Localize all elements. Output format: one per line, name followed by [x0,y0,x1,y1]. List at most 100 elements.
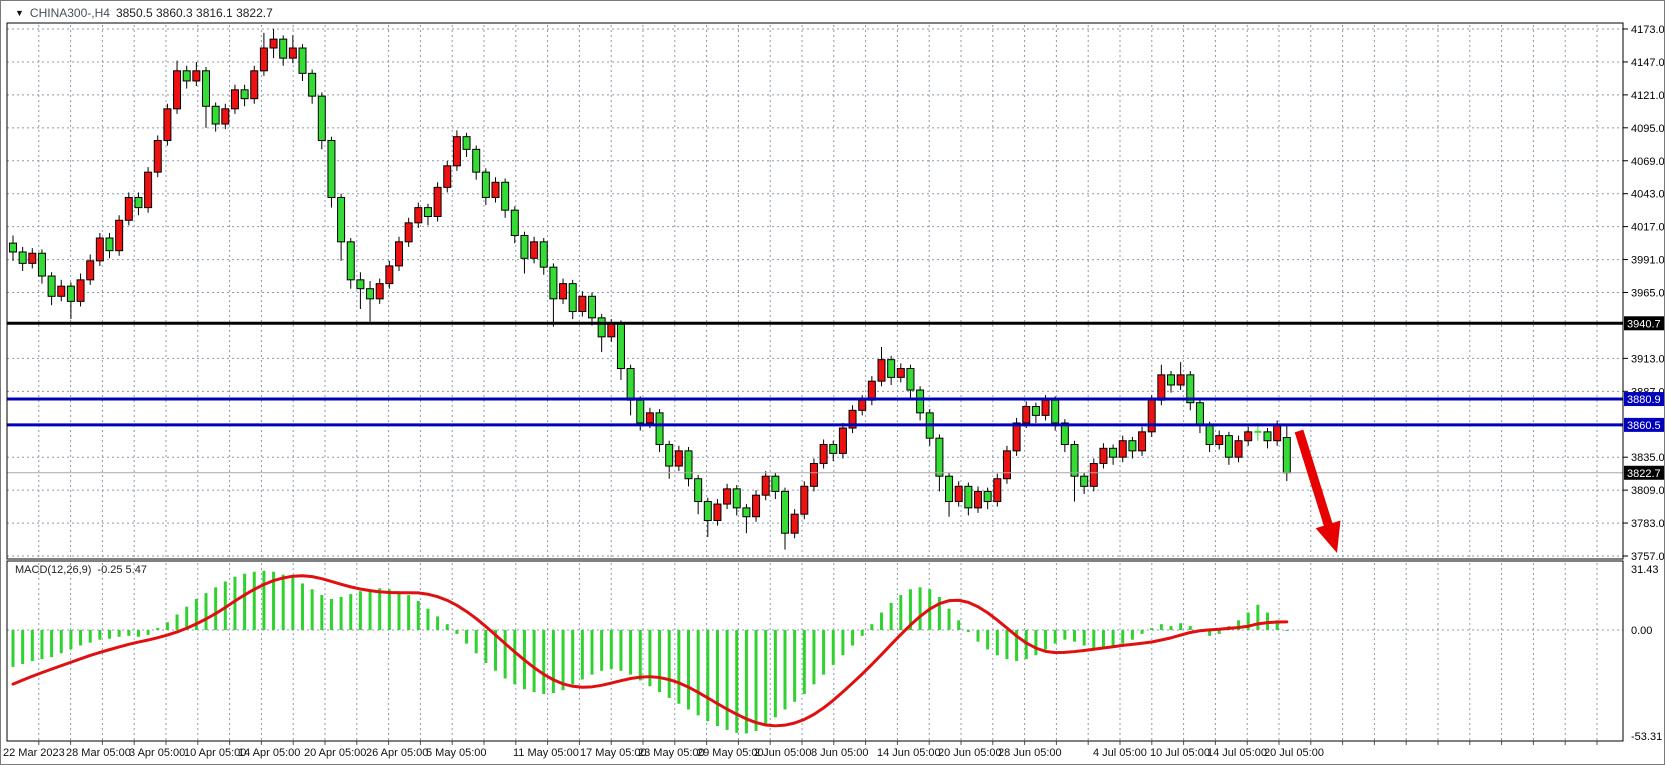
time-label: 28 Mar 05:00 [66,747,131,759]
candle [1235,441,1242,457]
candle [1023,407,1030,423]
macd-bar [1160,624,1163,630]
candle [1148,400,1155,432]
candle [367,289,374,299]
candle [521,235,528,258]
candle [396,242,403,266]
macd-bar [764,630,767,725]
candle [96,238,103,261]
macd-bar [562,630,565,690]
candle [87,261,94,280]
macd-bar [21,630,24,664]
candle [309,73,316,96]
macd-bar [282,575,285,630]
candle [878,360,885,382]
macd-bar [1170,626,1173,630]
macd-bar [571,630,574,684]
time-label: 14 Jul 05:00 [1207,747,1267,759]
macd-bar [340,597,343,630]
candle [376,284,383,299]
macd-scale-label: 0.00 [1631,625,1652,637]
macd-bar [658,630,661,692]
candle [338,197,345,241]
candle [444,166,451,188]
price-axis-label: 4147.0 [1631,57,1665,69]
candle [125,197,132,220]
macd-bar [118,630,121,637]
time-label: 14 Jun 05:00 [877,747,941,759]
candle [965,486,972,508]
price-axis-label: 3991.0 [1631,255,1665,267]
candle [627,369,634,401]
candle [19,252,26,263]
macd-bar [812,630,815,684]
candle [453,137,460,166]
macd-bar [919,587,922,630]
candle [733,489,740,508]
candle [801,486,808,514]
candle [1283,438,1290,473]
time-label: 11 May 05:00 [513,747,579,759]
candle [830,445,837,454]
macd-bar [832,630,835,665]
candle [772,476,779,491]
macd-bar [243,574,246,630]
macd-bar [687,630,690,710]
candle [1139,432,1146,451]
macd-bar [822,630,825,675]
price-axis-label: 3835.0 [1631,452,1665,464]
candle [203,71,210,106]
candle [145,172,152,207]
candle [1168,375,1175,385]
candle [1216,436,1223,445]
price-axis-label: 3783.0 [1631,518,1665,530]
macd-bar [436,616,439,630]
candle [1003,451,1010,479]
candle [936,438,943,476]
candle [1081,476,1088,486]
macd-bar [301,583,304,630]
macd-bar [1150,628,1153,630]
macd-bar [726,630,729,730]
candle [762,476,769,495]
candle [810,464,817,487]
candle [1196,403,1203,426]
macd-bar [291,578,294,630]
candle [917,390,924,413]
candle [463,137,470,150]
macd-bar [1073,630,1076,642]
candle [1177,375,1184,385]
candle [193,71,200,81]
macd-indicator-label: MACD(12,26,9) -0.25 5.47 [15,564,147,576]
candle [666,445,673,467]
macd-bar [311,589,314,630]
time-label: 23 May 05:00 [638,747,705,759]
candle [357,280,364,289]
title-bar: ▼ CHINA300-,H4 3850.5 3860.3 3816.1 3822… [11,5,277,21]
time-label: 5 May 05:00 [426,747,487,759]
symbol-dropdown-icon[interactable]: ▼ [15,8,24,18]
candle [164,109,171,141]
candle [994,479,1001,502]
price-chart-canvas[interactable]: 4173.04147.04121.04095.04069.04043.04017… [1,1,1665,765]
macd-bar [484,630,487,663]
macd-bar [50,630,53,657]
macd-bar [697,630,700,715]
trend-arrow-head[interactable] [1316,520,1341,553]
candle [888,360,895,378]
macd-bar [156,628,159,630]
macd-bar [1083,630,1086,646]
candle [1129,441,1136,451]
macd-bar [475,630,478,653]
macd-bar [89,630,92,643]
candle [502,182,509,210]
macd-bar [735,630,738,733]
time-label: 17 May 05:00 [580,747,647,759]
macd-bar [1054,630,1057,644]
trend-arrow-shaft[interactable] [1299,431,1330,530]
candle [1110,448,1117,457]
candle [646,413,653,423]
candle [579,296,586,311]
svg-text:3940.7: 3940.7 [1627,318,1661,330]
time-label: 4 Jul 05:00 [1093,747,1147,759]
